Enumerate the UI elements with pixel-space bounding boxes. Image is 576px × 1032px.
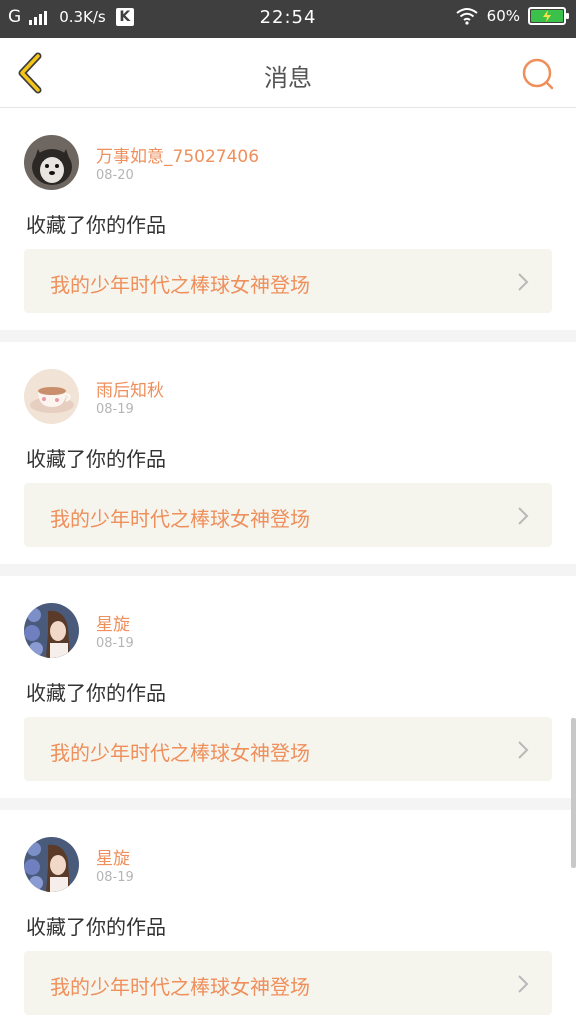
message-date: 08-19 <box>96 870 134 885</box>
dog-avatar-icon <box>24 135 79 190</box>
chevron-right-icon <box>518 507 529 525</box>
girl-flowers-avatar-icon <box>24 603 79 658</box>
divider <box>0 798 576 810</box>
message-item: 星旋 08-19 收藏了你的作品 我的少年时代之棒球女神登场 <box>0 576 576 798</box>
work-title: 我的少年时代之棒球女神登场 <box>50 975 310 999</box>
message-date: 08-19 <box>96 636 134 651</box>
status-right: 60% <box>455 7 569 25</box>
action-text: 收藏了你的作品 <box>26 681 166 705</box>
wifi-icon <box>456 8 478 25</box>
avatar[interactable] <box>24 603 79 658</box>
teacup-avatar-icon <box>24 369 79 424</box>
work-title: 我的少年时代之棒球女神登场 <box>50 741 310 765</box>
work-link[interactable]: 我的少年时代之棒球女神登场 <box>24 249 552 313</box>
scrollbar[interactable] <box>571 718 576 868</box>
action-text: 收藏了你的作品 <box>26 447 166 471</box>
search-icon <box>522 58 554 90</box>
work-link[interactable]: 我的少年时代之棒球女神登场 <box>24 717 552 781</box>
action-text: 收藏了你的作品 <box>26 213 166 237</box>
avatar[interactable] <box>24 369 79 424</box>
username[interactable]: 雨后知秋 <box>96 376 164 401</box>
chevron-right-icon <box>518 273 529 291</box>
avatar[interactable] <box>24 837 79 892</box>
message-date: 08-20 <box>96 168 134 183</box>
message-item: 雨后知秋 08-19 收藏了你的作品 我的少年时代之棒球女神登场 <box>0 342 576 564</box>
username[interactable]: 万事如意_75027406 <box>96 142 259 167</box>
battery-icon <box>528 7 569 25</box>
username[interactable]: 星旋 <box>96 844 130 869</box>
header: 消息 <box>0 38 576 108</box>
message-item: 万事如意_75027406 08-20 收藏了你的作品 我的少年时代之棒球女神登… <box>0 108 576 330</box>
divider <box>0 330 576 342</box>
divider <box>0 564 576 576</box>
avatar[interactable] <box>24 135 79 190</box>
work-link[interactable]: 我的少年时代之棒球女神登场 <box>24 951 552 1015</box>
girl-flowers-avatar-icon <box>24 837 79 892</box>
chevron-right-icon <box>518 975 529 993</box>
work-title: 我的少年时代之棒球女神登场 <box>50 507 310 531</box>
search-button[interactable] <box>520 56 556 92</box>
battery-percent: 60% <box>486 7 520 25</box>
message-item: 星旋 08-19 收藏了你的作品 我的少年时代之棒球女神登场 <box>0 810 576 1032</box>
message-date: 08-19 <box>96 402 134 417</box>
chevron-right-icon <box>518 741 529 759</box>
username[interactable]: 星旋 <box>96 610 130 635</box>
work-title: 我的少年时代之棒球女神登场 <box>50 273 310 297</box>
work-link[interactable]: 我的少年时代之棒球女神登场 <box>24 483 552 547</box>
action-text: 收藏了你的作品 <box>26 915 166 939</box>
status-bar: G 0.3K/s K 22:54 60% <box>0 0 576 38</box>
page-title: 消息 <box>264 64 312 92</box>
message-list: 万事如意_75027406 08-20 收藏了你的作品 我的少年时代之棒球女神登… <box>0 108 576 1032</box>
